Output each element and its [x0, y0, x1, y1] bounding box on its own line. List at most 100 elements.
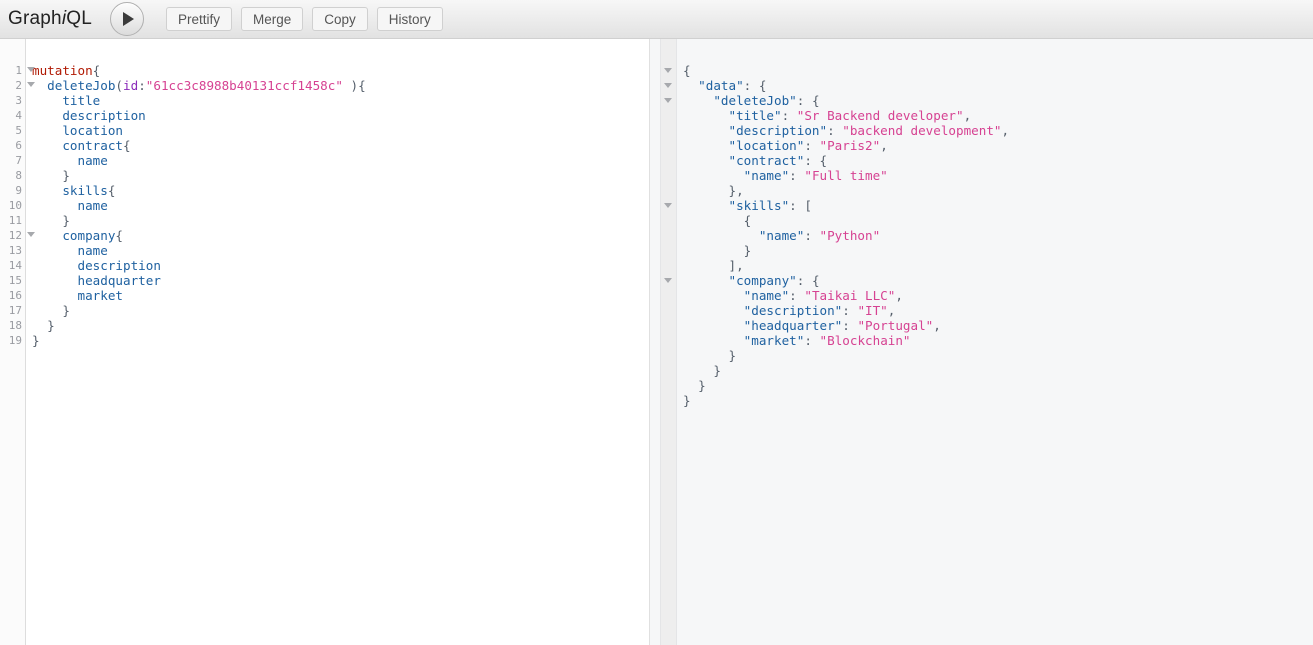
query-editor-pane: 1 2 3 4 5 6 7 8 9 10 11 12 13 14 15 16 17 18 19 mutation{ …	[0, 39, 650, 645]
result-line: "name": "Taikai LLC",	[743, 288, 903, 303]
toolbar-button-group: Prettify Merge Copy History	[165, 7, 443, 31]
result-line: "name": "Full time"	[743, 168, 888, 183]
fold-row	[661, 183, 676, 198]
pane-resizer[interactable]	[650, 39, 661, 645]
prettify-button[interactable]: Prettify	[165, 7, 232, 31]
result-line: }	[713, 363, 721, 378]
result-line: "contract": {	[728, 153, 828, 168]
code-line: }	[62, 213, 70, 228]
fold-arrow-icon[interactable]	[664, 278, 672, 283]
fold-arrow-icon[interactable]	[27, 67, 35, 72]
result-line: "deleteJob": {	[713, 93, 820, 108]
fold-arrow-icon[interactable]	[664, 98, 672, 103]
result-line: }	[683, 393, 691, 408]
line-number: 15	[8, 274, 22, 287]
line-number: 11	[8, 214, 22, 227]
code-line: name	[77, 243, 108, 258]
result-line: }	[728, 348, 737, 363]
fold-row	[661, 348, 676, 363]
result-line: ],	[728, 258, 744, 273]
line-number: 8	[15, 169, 22, 182]
fold-row	[661, 288, 676, 303]
code-line: name	[77, 153, 108, 168]
fold-row	[661, 363, 676, 378]
fold-row	[661, 198, 676, 213]
line-number: 6	[15, 139, 22, 152]
logo-text-prefix: Graph	[8, 8, 62, 29]
fold-row	[661, 243, 676, 258]
code-line: mutation{	[32, 63, 101, 78]
result-line: }	[698, 378, 706, 393]
code-line: }	[47, 318, 55, 333]
line-number: 2	[0, 78, 35, 93]
fold-row	[661, 78, 676, 93]
code-line: market	[77, 288, 124, 303]
query-gutter: 1 2 3 4 5 6 7 8 9 10 11 12 13 14 15 16 17 18 19	[0, 39, 35, 645]
result-line: "title": "Sr Backend developer",	[728, 108, 972, 123]
fold-row	[661, 303, 676, 318]
code-line: location	[62, 123, 124, 138]
code-line: headquarter	[77, 273, 161, 288]
code-line: description	[62, 108, 146, 123]
fold-row	[661, 318, 676, 333]
fold-arrow-icon[interactable]	[27, 232, 35, 237]
fold-row	[661, 168, 676, 183]
line-number: 7	[15, 154, 22, 167]
fold-row	[661, 378, 676, 393]
fold-row	[661, 153, 676, 168]
fold-row	[661, 258, 676, 273]
fold-arrow-icon[interactable]	[664, 68, 672, 73]
merge-button[interactable]: Merge	[241, 7, 304, 31]
copy-button[interactable]: Copy	[312, 7, 368, 31]
fold-row	[661, 93, 676, 108]
fold-row	[661, 273, 676, 288]
code-line: company{	[62, 228, 124, 243]
fold-row	[661, 333, 676, 348]
fold-row	[661, 63, 676, 78]
result-viewer-pane: { "data": { "deleteJob": { "title": "Sr …	[661, 39, 1313, 645]
code-line: deleteJob(id:"61cc3c8988b40131ccf1458c" …	[47, 78, 366, 93]
code-line: title	[62, 93, 101, 108]
result-line: "market": "Blockchain"	[743, 333, 911, 348]
result-line: "name": "Python"	[758, 228, 881, 243]
line-number: 12	[0, 228, 35, 243]
fold-row	[661, 393, 676, 408]
fold-row	[661, 123, 676, 138]
result-line: "description": "IT",	[743, 303, 896, 318]
line-number: 9	[15, 184, 22, 197]
fold-arrow-icon[interactable]	[27, 82, 35, 87]
result-line: },	[728, 183, 744, 198]
code-line: name	[77, 198, 108, 213]
logo-text-suffix: QL	[66, 8, 92, 29]
fold-arrow-icon[interactable]	[664, 83, 672, 88]
code-line: }	[62, 303, 70, 318]
execute-query-button[interactable]	[109, 2, 144, 36]
history-button[interactable]: History	[376, 7, 443, 31]
result-line: "location": "Paris2",	[728, 138, 888, 153]
line-number: 16	[8, 289, 22, 302]
line-number: 13	[8, 244, 22, 257]
code-line: }	[62, 168, 70, 183]
line-number: 17	[8, 304, 22, 317]
result-line: "company": {	[728, 273, 820, 288]
result-line: "data": {	[698, 78, 767, 93]
result-fold-gutter	[661, 39, 677, 645]
line-number: 18	[8, 319, 22, 332]
line-number: 19	[8, 334, 22, 347]
line-number: 10	[8, 199, 22, 212]
graphiql-logo: GraphiQL	[8, 8, 92, 30]
result-viewer: { "data": { "deleteJob": { "title": "Sr …	[677, 39, 1313, 645]
result-line: {	[743, 213, 752, 228]
editor-area: 1 2 3 4 5 6 7 8 9 10 11 12 13 14 15 16 17 18 19 mutation{ …	[0, 39, 1313, 645]
line-number: 14	[8, 259, 22, 272]
line-number: 5	[15, 124, 22, 137]
fold-arrow-icon[interactable]	[664, 203, 672, 208]
toolbar: GraphiQL Prettify Merge Copy History	[0, 0, 1313, 39]
result-line: }	[743, 243, 752, 258]
fold-row	[661, 213, 676, 228]
graphiql-app: GraphiQL Prettify Merge Copy History 123…	[0, 0, 1313, 645]
result-line: "headquarter": "Portugal",	[743, 318, 941, 333]
query-editor[interactable]: mutation{ deleteJob(id:"61cc3c8988b40131…	[26, 39, 649, 645]
code-line: }	[32, 333, 40, 348]
code-line: skills{	[62, 183, 116, 198]
